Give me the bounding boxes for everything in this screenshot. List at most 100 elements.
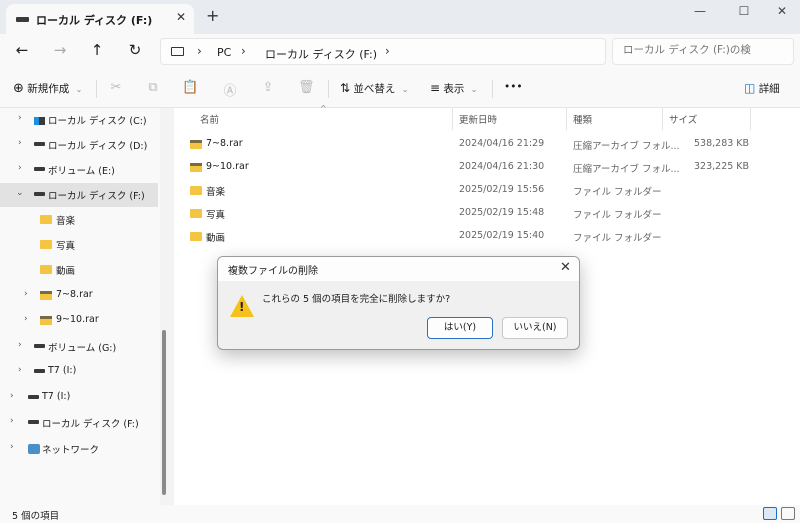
view-button[interactable]: ≡ 表示 ⌄ <box>430 81 477 96</box>
copy-icon[interactable]: ⧉ <box>145 80 161 95</box>
column-header-type[interactable]: 種類 <box>573 112 592 126</box>
column-divider[interactable] <box>566 108 567 130</box>
column-divider[interactable] <box>750 108 751 130</box>
tab-close-icon[interactable]: ✕ <box>176 10 186 24</box>
folder-icon <box>40 265 52 274</box>
sidebar-item-label: ローカル ディスク (C:) <box>48 116 147 127</box>
more-options-icon[interactable]: ••• <box>504 81 523 93</box>
dialog-title: 複数ファイルの削除 <box>228 266 318 277</box>
file-row[interactable]: 写真 2025/02/19 15:48 ファイル フォルダー <box>174 202 800 225</box>
drive-icon <box>34 167 45 171</box>
expand-icon[interactable]: › <box>24 289 28 299</box>
sidebar-item-label: ネットワーク <box>42 445 100 456</box>
sidebar-item-label: ローカル ディスク (F:) <box>42 419 139 430</box>
sidebar-item-videos[interactable]: 動画 <box>0 258 158 282</box>
expand-icon[interactable]: › <box>18 113 22 123</box>
minimize-icon[interactable]: — <box>690 4 710 18</box>
file-row[interactable]: 9~10.rar 2024/04/16 21:30 圧縮アーカイブ フォル...… <box>174 156 800 179</box>
address-bar[interactable]: › PC › ローカル ディスク (F:) › <box>160 38 606 65</box>
column-divider[interactable] <box>452 108 453 130</box>
expand-icon[interactable]: › <box>24 314 28 324</box>
dialog-close-icon[interactable]: ✕ <box>560 260 571 275</box>
expand-icon[interactable]: › <box>18 365 22 375</box>
search-box[interactable] <box>612 38 794 65</box>
file-type: ファイル フォルダー <box>573 210 662 221</box>
breadcrumb-expand-icon[interactable]: › <box>385 44 390 58</box>
details-pane-icon: ◫ <box>744 81 756 95</box>
windows-drive-icon <box>34 117 45 125</box>
breadcrumb-local-disk-f[interactable]: ローカル ディスク (F:) <box>265 46 377 62</box>
expand-icon[interactable]: › <box>10 391 14 401</box>
sidebar-item-label: T7 (I:) <box>48 365 77 376</box>
sidebar-item-rar-9-10[interactable]: › 9~10.rar <box>0 309 158 333</box>
navigation-pane: › ローカル ディスク (C:) › ローカル ディスク (D:) › ボリュー… <box>0 108 160 505</box>
sidebar-item-local-disk-f[interactable]: ⌄ ローカル ディスク (F:) <box>0 183 158 207</box>
plus-circle-icon: ⊕ <box>13 81 24 96</box>
tab-local-disk-f[interactable]: ローカル ディスク (F:) ✕ <box>6 4 194 34</box>
collapse-icon[interactable]: ⌄ <box>16 188 24 198</box>
details-button[interactable]: ◫ 詳細 <box>744 81 780 96</box>
delete-icon[interactable]: 🗑 <box>298 80 315 95</box>
paste-icon[interactable]: 📋 <box>182 80 198 95</box>
expand-icon[interactable]: › <box>10 442 14 452</box>
file-size: 323,225 KB <box>694 161 750 172</box>
file-name: 7~8.rar <box>206 138 243 149</box>
column-header-name[interactable]: 名前 <box>200 112 219 126</box>
sidebar-item-music[interactable]: 音楽 <box>0 208 158 232</box>
sidebar-item-local-disk-c[interactable]: › ローカル ディスク (C:) <box>0 108 158 132</box>
refresh-icon[interactable]: ↻ <box>125 41 145 59</box>
file-modified: 2025/02/19 15:40 <box>459 230 545 241</box>
sidebar-item-t7-i[interactable]: › T7 (I:) <box>0 360 158 384</box>
column-header-size[interactable]: サイズ <box>669 112 697 126</box>
view-icon: ≡ <box>430 81 441 95</box>
folder-icon <box>40 240 52 249</box>
breadcrumb-separator-icon: › <box>241 44 246 58</box>
sidebar-item-volume-e[interactable]: › ボリューム (E:) <box>0 158 158 182</box>
rename-icon[interactable]: Ⓐ <box>222 80 238 99</box>
back-icon[interactable]: ← <box>12 41 32 59</box>
expand-icon[interactable]: › <box>18 340 22 350</box>
sidebar-scrollbar[interactable] <box>162 330 166 495</box>
sidebar-item-local-disk-d[interactable]: › ローカル ディスク (D:) <box>0 133 158 157</box>
file-row[interactable]: 音楽 2025/02/19 15:56 ファイル フォルダー <box>174 179 800 202</box>
expand-icon[interactable]: › <box>10 416 14 426</box>
forward-icon[interactable]: → <box>50 41 70 59</box>
up-icon[interactable]: ↑ <box>87 41 107 59</box>
maximize-icon[interactable]: ☐ <box>734 4 754 18</box>
folder-icon <box>190 232 202 241</box>
new-tab-icon[interactable]: + <box>206 6 219 25</box>
cut-icon[interactable]: ✂ <box>108 80 124 95</box>
sidebar-item-rar-7-8[interactable]: › 7~8.rar <box>0 284 158 308</box>
expand-icon[interactable]: › <box>18 163 22 173</box>
tab-bar: ローカル ディスク (F:) ✕ + — ☐ ✕ <box>0 0 800 34</box>
details-view-icon[interactable] <box>763 507 777 520</box>
column-divider[interactable] <box>662 108 663 130</box>
breadcrumb-separator-icon: › <box>197 44 202 58</box>
sidebar-item-label: ボリューム (E:) <box>48 166 115 177</box>
share-icon[interactable]: ⇪ <box>260 80 276 95</box>
new-button[interactable]: ⊕ 新規作成 ⌄ <box>13 81 82 96</box>
yes-button[interactable]: はい(Y) <box>427 317 493 339</box>
dialog-title-bar[interactable]: 複数ファイルの削除 ✕ <box>218 257 579 281</box>
sort-button[interactable]: ⇅ 並べ替え ⌄ <box>340 81 408 96</box>
sidebar-item-label: 動画 <box>56 266 76 277</box>
item-count: 5 個の項目 <box>12 511 60 522</box>
sidebar-item-network[interactable]: › ネットワーク <box>0 437 158 461</box>
sidebar-item-photos[interactable]: 写真 <box>0 233 158 257</box>
sidebar-item-label: 9~10.rar <box>56 314 99 325</box>
sidebar-item-volume-g[interactable]: › ボリューム (G:) <box>0 335 158 359</box>
search-input[interactable] <box>623 44 791 56</box>
large-icons-view-icon[interactable] <box>781 507 795 520</box>
archive-icon <box>40 291 52 300</box>
breadcrumb-pc[interactable]: PC <box>217 46 231 59</box>
sidebar-item-local-disk-f-root[interactable]: › ローカル ディスク (F:) <box>0 411 158 435</box>
column-header-modified[interactable]: 更新日時 <box>459 112 497 126</box>
no-button[interactable]: いいえ(N) <box>502 317 568 339</box>
close-window-icon[interactable]: ✕ <box>772 4 792 18</box>
file-row[interactable]: 7~8.rar 2024/04/16 21:29 圧縮アーカイブ フォル... … <box>174 133 800 156</box>
drive-icon <box>28 420 39 424</box>
sidebar-item-t7-i-root[interactable]: › T7 (I:) <box>0 386 158 410</box>
view-button-label: 表示 <box>443 83 465 95</box>
file-row[interactable]: 動画 2025/02/19 15:40 ファイル フォルダー <box>174 225 800 248</box>
expand-icon[interactable]: › <box>18 138 22 148</box>
